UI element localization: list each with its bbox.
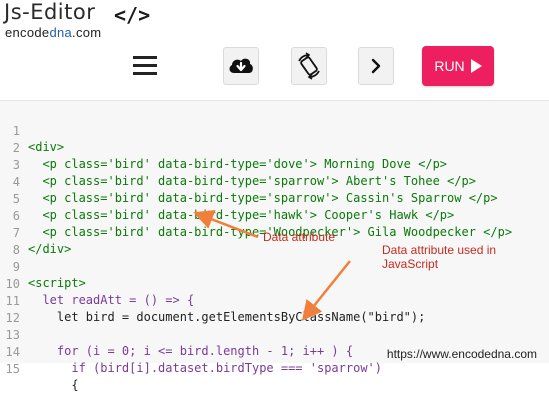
app-title: Js-Editor [4,0,96,24]
site-name-suffix: .com [72,25,102,40]
code-text: { [28,378,79,392]
run-button[interactable]: RUN [422,46,494,86]
chevron-right-icon [371,58,381,74]
arrow-to-data-attribute [193,210,259,239]
site-name: encodedna.com [5,25,101,40]
site-url: https://www.encodedna.com [384,347,539,361]
hamburger-menu-icon[interactable] [133,54,159,76]
site-name-accent: dna [49,25,73,40]
brand-header: Js-Editor </> encodedna.com [4,0,174,44]
annotation-data-attribute: Data attribute [263,230,336,244]
site-name-prefix: encode [5,25,50,40]
rotate-icon [298,52,320,80]
next-button[interactable] [358,47,394,85]
toolbar: RUN [0,44,549,90]
cloud-download-icon [229,58,253,73]
play-icon [470,59,482,73]
annotation-data-attribute-js: Data attribute used in JavaScript [382,243,497,271]
arrow-to-dataset [301,260,351,321]
run-button-label: RUN [434,58,465,74]
rotate-view-button[interactable] [291,47,327,85]
download-button[interactable] [223,47,259,85]
code-brackets-icon: </> [114,3,151,27]
line-number: 15 [5,362,20,376]
code-editor[interactable]: 1 <div> 2 <p class='bird' data-bird-type… [0,100,549,392]
